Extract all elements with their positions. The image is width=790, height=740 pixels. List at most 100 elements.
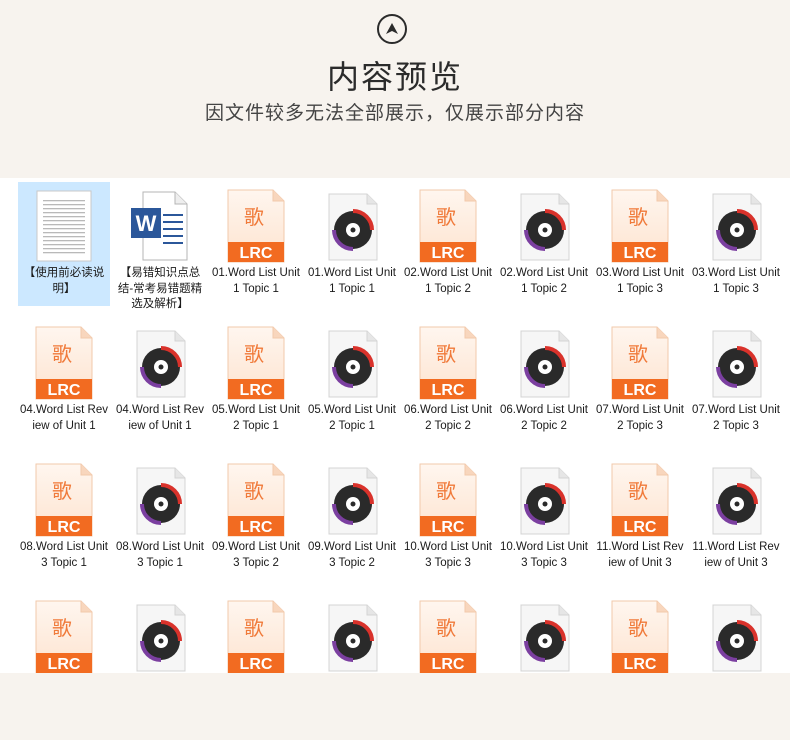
lrc-lyrics-file-icon: 歌 LRC (413, 325, 483, 401)
file-item[interactable]: 歌 LRC (402, 593, 494, 673)
svg-text:歌: 歌 (628, 616, 648, 640)
file-name-label: 05.Word List Unit 2 Topic 1 (308, 404, 396, 432)
file-name-label: 09.Word List Unit 3 Topic 2 (212, 541, 300, 569)
file-name-label: 09.Word List Unit 3 Topic 2 (308, 541, 396, 569)
audio-file-icon (701, 599, 771, 673)
lrc-lyrics-file-icon: 歌 LRC (29, 462, 99, 538)
audio-file-icon (701, 462, 771, 538)
lrc-lyrics-file-icon: 歌 LRC (605, 325, 675, 401)
file-item[interactable] (114, 593, 206, 673)
svg-text:LRC: LRC (240, 245, 273, 262)
svg-text:LRC: LRC (624, 382, 657, 399)
logo-icon (377, 14, 407, 44)
svg-text:LRC: LRC (432, 656, 465, 673)
file-item[interactable]: 09.Word List Unit 3 Topic 2 (306, 456, 398, 586)
svg-text:LRC: LRC (432, 519, 465, 536)
svg-text:LRC: LRC (432, 382, 465, 399)
svg-text:歌: 歌 (52, 616, 72, 640)
file-item[interactable]: W 【易错知识点总结-常考易错题精选及解析】 (114, 182, 206, 312)
word-document-icon: W (125, 188, 195, 264)
lrc-lyrics-file-icon: 歌 LRC (605, 188, 675, 264)
audio-file-icon (125, 325, 195, 401)
file-item[interactable]: 歌 LRC 04.Word List Review of Unit 1 (18, 319, 110, 449)
file-item[interactable]: 10.Word List Unit 3 Topic 3 (498, 456, 590, 586)
file-item[interactable]: 歌 LRC (210, 593, 302, 673)
file-name-label: 06.Word List Unit 2 Topic 2 (500, 404, 588, 432)
file-item[interactable]: 歌 LRC 06.Word List Unit 2 Topic 2 (402, 319, 494, 449)
audio-file-icon (509, 462, 579, 538)
file-name-label: 10.Word List Unit 3 Topic 3 (404, 541, 492, 569)
file-name-label: 04.Word List Review of Unit 1 (20, 404, 108, 432)
file-item[interactable]: 歌 LRC 05.Word List Unit 2 Topic 1 (210, 319, 302, 449)
file-name-label: 01.Word List Unit 1 Topic 1 (308, 267, 396, 295)
lrc-lyrics-file-icon: 歌 LRC (413, 188, 483, 264)
svg-text:LRC: LRC (240, 519, 273, 536)
file-item[interactable]: 歌 LRC 01.Word List Unit 1 Topic 1 (210, 182, 302, 312)
file-item[interactable]: 01.Word List Unit 1 Topic 1 (306, 182, 398, 312)
page-footer (0, 673, 790, 740)
audio-file-icon (317, 325, 387, 401)
page-subtitle: 因文件较多无法全部展示，仅展示部分内容 (204, 102, 585, 124)
file-item[interactable] (690, 593, 782, 673)
file-item[interactable]: 02.Word List Unit 1 Topic 2 (498, 182, 590, 312)
svg-text:歌: 歌 (52, 479, 72, 503)
file-name-label: 07.Word List Unit 2 Topic 3 (596, 404, 684, 432)
svg-text:LRC: LRC (48, 382, 81, 399)
lrc-lyrics-file-icon: 歌 LRC (29, 325, 99, 401)
file-name-label: 05.Word List Unit 2 Topic 1 (212, 404, 300, 432)
file-item[interactable]: 【使用前必读说明】 (18, 182, 110, 306)
lrc-lyrics-file-icon: 歌 LRC (29, 599, 99, 673)
lrc-lyrics-file-icon: 歌 LRC (221, 462, 291, 538)
svg-text:歌: 歌 (244, 479, 264, 503)
svg-text:LRC: LRC (624, 656, 657, 673)
svg-text:W: W (136, 211, 157, 236)
svg-text:LRC: LRC (624, 245, 657, 262)
svg-text:歌: 歌 (244, 616, 264, 640)
preview-header: 内容预览 因文件较多无法全部展示，仅展示部分内容 (0, 0, 790, 178)
file-name-label: 03.Word List Unit 1 Topic 3 (692, 267, 780, 295)
file-item[interactable]: 歌 LRC (594, 593, 686, 673)
svg-text:LRC: LRC (240, 382, 273, 399)
file-name-label: 11.Word List Review of Unit 3 (692, 541, 780, 569)
file-item[interactable]: 歌 LRC 03.Word List Unit 1 Topic 3 (594, 182, 686, 312)
file-item[interactable]: 04.Word List Review of Unit 1 (114, 319, 206, 449)
file-item[interactable]: 歌 LRC 02.Word List Unit 1 Topic 2 (402, 182, 494, 312)
file-item[interactable]: 歌 LRC (18, 593, 110, 673)
file-item[interactable]: 歌 LRC 11.Word List Review of Unit 3 (594, 456, 686, 586)
file-name-label: 08.Word List Unit 3 Topic 1 (20, 541, 108, 569)
file-name-label: 【易错知识点总结-常考易错题精选及解析】 (117, 267, 203, 310)
file-name-label: 02.Word List Unit 1 Topic 2 (500, 267, 588, 295)
file-item[interactable]: 歌 LRC 08.Word List Unit 3 Topic 1 (18, 456, 110, 586)
page-title: 内容预览 (326, 58, 463, 96)
audio-file-icon (509, 325, 579, 401)
svg-text:歌: 歌 (52, 342, 72, 366)
file-item[interactable] (306, 593, 398, 673)
file-item[interactable]: 歌 LRC 07.Word List Unit 2 Topic 3 (594, 319, 686, 449)
svg-text:LRC: LRC (432, 245, 465, 262)
svg-text:歌: 歌 (436, 479, 456, 503)
file-item[interactable]: 06.Word List Unit 2 Topic 2 (498, 319, 590, 449)
file-item[interactable] (498, 593, 590, 673)
svg-text:歌: 歌 (244, 342, 264, 366)
file-item[interactable]: 08.Word List Unit 3 Topic 1 (114, 456, 206, 586)
audio-file-icon (509, 599, 579, 673)
audio-file-icon (125, 599, 195, 673)
svg-text:歌: 歌 (628, 342, 648, 366)
file-item[interactable]: 07.Word List Unit 2 Topic 3 (690, 319, 782, 449)
audio-file-icon (701, 188, 771, 264)
file-item[interactable]: 歌 LRC 09.Word List Unit 3 Topic 2 (210, 456, 302, 586)
audio-file-icon (125, 462, 195, 538)
svg-text:LRC: LRC (624, 519, 657, 536)
file-name-label: 11.Word List Review of Unit 3 (596, 541, 684, 569)
file-item[interactable]: 11.Word List Review of Unit 3 (690, 456, 782, 586)
file-item[interactable]: 05.Word List Unit 2 Topic 1 (306, 319, 398, 449)
file-name-label: 10.Word List Unit 3 Topic 3 (500, 541, 588, 569)
lrc-lyrics-file-icon: 歌 LRC (221, 599, 291, 673)
lrc-lyrics-file-icon: 歌 LRC (605, 599, 675, 673)
svg-text:歌: 歌 (436, 205, 456, 229)
file-item[interactable]: 03.Word List Unit 1 Topic 3 (690, 182, 782, 312)
file-item[interactable]: 歌 LRC 10.Word List Unit 3 Topic 3 (402, 456, 494, 586)
file-name-label: 01.Word List Unit 1 Topic 1 (212, 267, 300, 295)
audio-file-icon (509, 188, 579, 264)
audio-file-icon (701, 325, 771, 401)
